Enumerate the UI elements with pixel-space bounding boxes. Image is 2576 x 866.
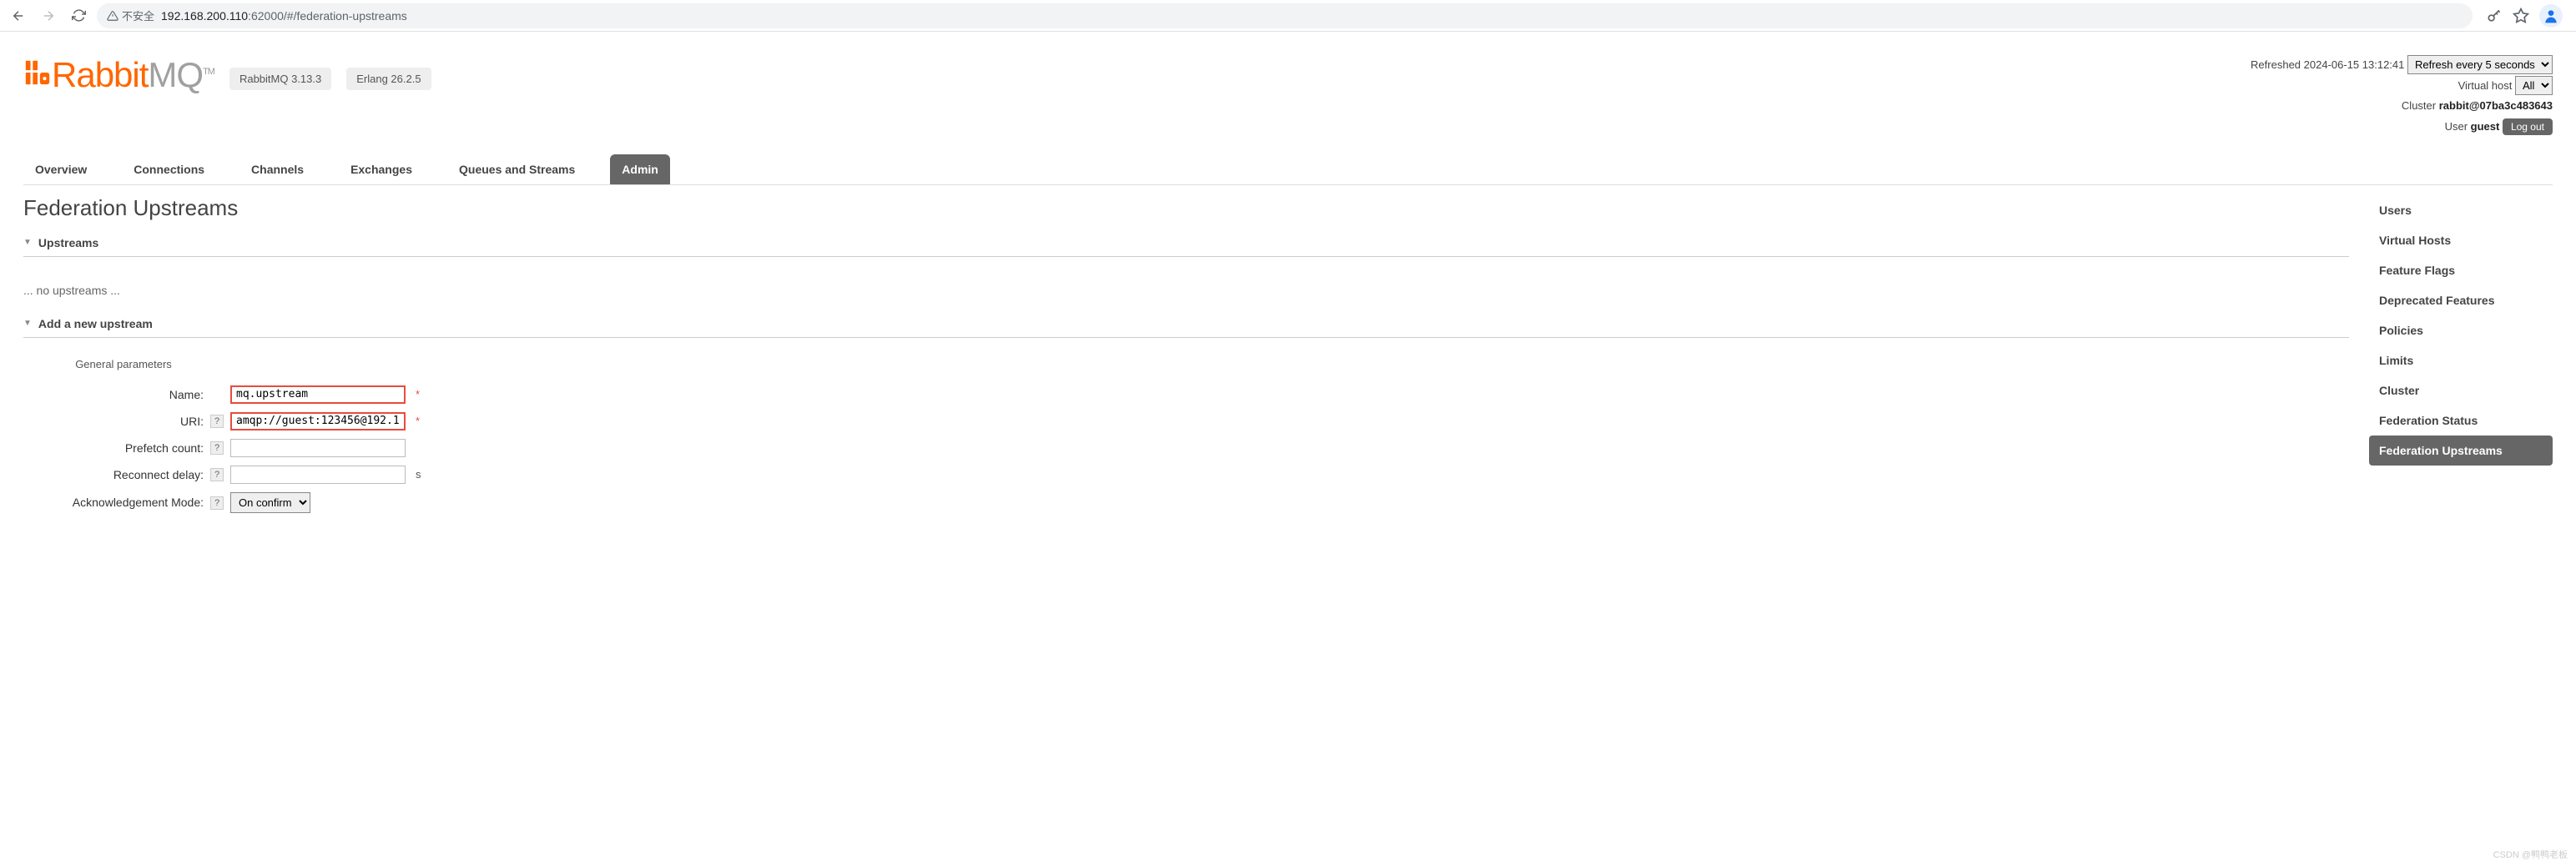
uri-label: URI: xyxy=(23,410,207,432)
sidebar-item-fed-upstreams[interactable]: Federation Upstreams xyxy=(2369,436,2553,466)
address-bar[interactable]: 不安全 192.168.200.110:62000/#/federation-u… xyxy=(97,3,2473,28)
user-label: User xyxy=(2445,120,2468,133)
required-star: * xyxy=(416,388,420,400)
vhost-label: Virtual host xyxy=(2458,79,2513,92)
prefetch-input[interactable] xyxy=(230,439,406,457)
upstream-form: Name: * URI: ? * Prefetch count: ? xyxy=(23,379,425,520)
sidebar-item-users[interactable]: Users xyxy=(2369,195,2553,225)
brand-row: RabbitMQTM RabbitMQ 3.13.3 Erlang 26.2.5 xyxy=(23,55,431,95)
section-upstreams-toggle[interactable]: ▼ Upstreams xyxy=(23,231,2349,257)
reload-button[interactable] xyxy=(67,4,90,28)
page-title: Federation Upstreams xyxy=(23,195,2349,221)
section-upstreams-label: Upstreams xyxy=(38,236,98,249)
tab-connections[interactable]: Connections xyxy=(122,154,216,184)
chevron-down-icon: ▼ xyxy=(23,238,32,247)
cluster-value: rabbit@07ba3c483643 xyxy=(2439,99,2553,112)
refreshed-time: 2024-06-15 13:12:41 xyxy=(2304,58,2405,71)
reconnect-label: Reconnect delay: xyxy=(23,464,207,486)
bookmark-star-icon[interactable] xyxy=(2513,8,2529,24)
sidebar-item-feature-flags[interactable]: Feature Flags xyxy=(2369,255,2553,285)
sidebar-item-limits[interactable]: Limits xyxy=(2369,345,2553,375)
uri-input[interactable] xyxy=(230,412,406,430)
prefetch-label: Prefetch count: xyxy=(23,437,207,459)
content-area: Federation Upstreams ▼ Upstreams ... no … xyxy=(23,195,2349,520)
sidebar-item-fed-status[interactable]: Federation Status xyxy=(2369,405,2553,436)
uri-help-button[interactable]: ? xyxy=(210,415,224,428)
chevron-down-icon: ▼ xyxy=(23,319,32,328)
section-add-label: Add a new upstream xyxy=(38,317,153,330)
back-button[interactable] xyxy=(7,4,30,28)
vhost-select[interactable]: All xyxy=(2515,76,2553,95)
tab-overview[interactable]: Overview xyxy=(23,154,98,184)
logout-button[interactable]: Log out xyxy=(2503,118,2553,135)
tab-queues[interactable]: Queues and Streams xyxy=(447,154,587,184)
sidebar-item-deprecated[interactable]: Deprecated Features xyxy=(2369,285,2553,315)
admin-sidebar: Users Virtual Hosts Feature Flags Deprec… xyxy=(2369,195,2553,520)
url-text: 192.168.200.110:62000/#/federation-upstr… xyxy=(161,9,407,23)
logo-bars-icon xyxy=(23,55,52,95)
version-erlang-badge: Erlang 26.2.5 xyxy=(346,68,431,90)
reconnect-help-button[interactable]: ? xyxy=(210,468,224,481)
reconnect-input[interactable] xyxy=(230,466,406,484)
version-app-badge: RabbitMQ 3.13.3 xyxy=(229,68,331,90)
watermark: CSDN @鸭鸭老板 xyxy=(2493,848,2568,861)
rabbitmq-logo: RabbitMQTM xyxy=(23,55,214,95)
tab-exchanges[interactable]: Exchanges xyxy=(339,154,424,184)
name-input[interactable] xyxy=(230,385,406,404)
sidebar-item-vhosts[interactable]: Virtual Hosts xyxy=(2369,225,2553,255)
ack-mode-label: Acknowledgement Mode: xyxy=(23,491,207,515)
tab-channels[interactable]: Channels xyxy=(239,154,315,184)
section-add-toggle[interactable]: ▼ Add a new upstream xyxy=(23,312,2349,338)
name-label: Name: xyxy=(23,384,207,405)
tab-admin[interactable]: Admin xyxy=(610,154,670,184)
prefetch-help-button[interactable]: ? xyxy=(210,441,224,455)
sidebar-item-cluster[interactable]: Cluster xyxy=(2369,375,2553,405)
refreshed-label: Refreshed xyxy=(2251,58,2301,71)
profile-avatar-icon[interactable] xyxy=(2539,4,2563,28)
not-secure-badge: 不安全 xyxy=(107,8,154,23)
browser-chrome: 不安全 192.168.200.110:62000/#/federation-u… xyxy=(0,0,2576,32)
ack-help-button[interactable]: ? xyxy=(210,496,224,510)
main-tabs: Overview Connections Channels Exchanges … xyxy=(23,154,2553,185)
status-block: Refreshed 2024-06-15 13:12:41 Refresh ev… xyxy=(2251,55,2553,138)
cluster-label: Cluster xyxy=(2402,99,2436,112)
not-secure-text: 不安全 xyxy=(122,8,154,23)
user-value: guest xyxy=(2471,120,2500,133)
ack-mode-select[interactable]: On confirm xyxy=(230,492,310,513)
reconnect-unit: s xyxy=(416,468,421,481)
general-parameters-heading: General parameters xyxy=(23,350,224,379)
required-star: * xyxy=(416,415,420,427)
forward-button[interactable] xyxy=(37,4,60,28)
refresh-interval-select[interactable]: Refresh every 5 seconds xyxy=(2407,55,2553,74)
sidebar-item-policies[interactable]: Policies xyxy=(2369,315,2553,345)
password-key-icon[interactable] xyxy=(2486,8,2503,24)
empty-upstreams-text: ... no upstreams ... xyxy=(23,269,2349,312)
